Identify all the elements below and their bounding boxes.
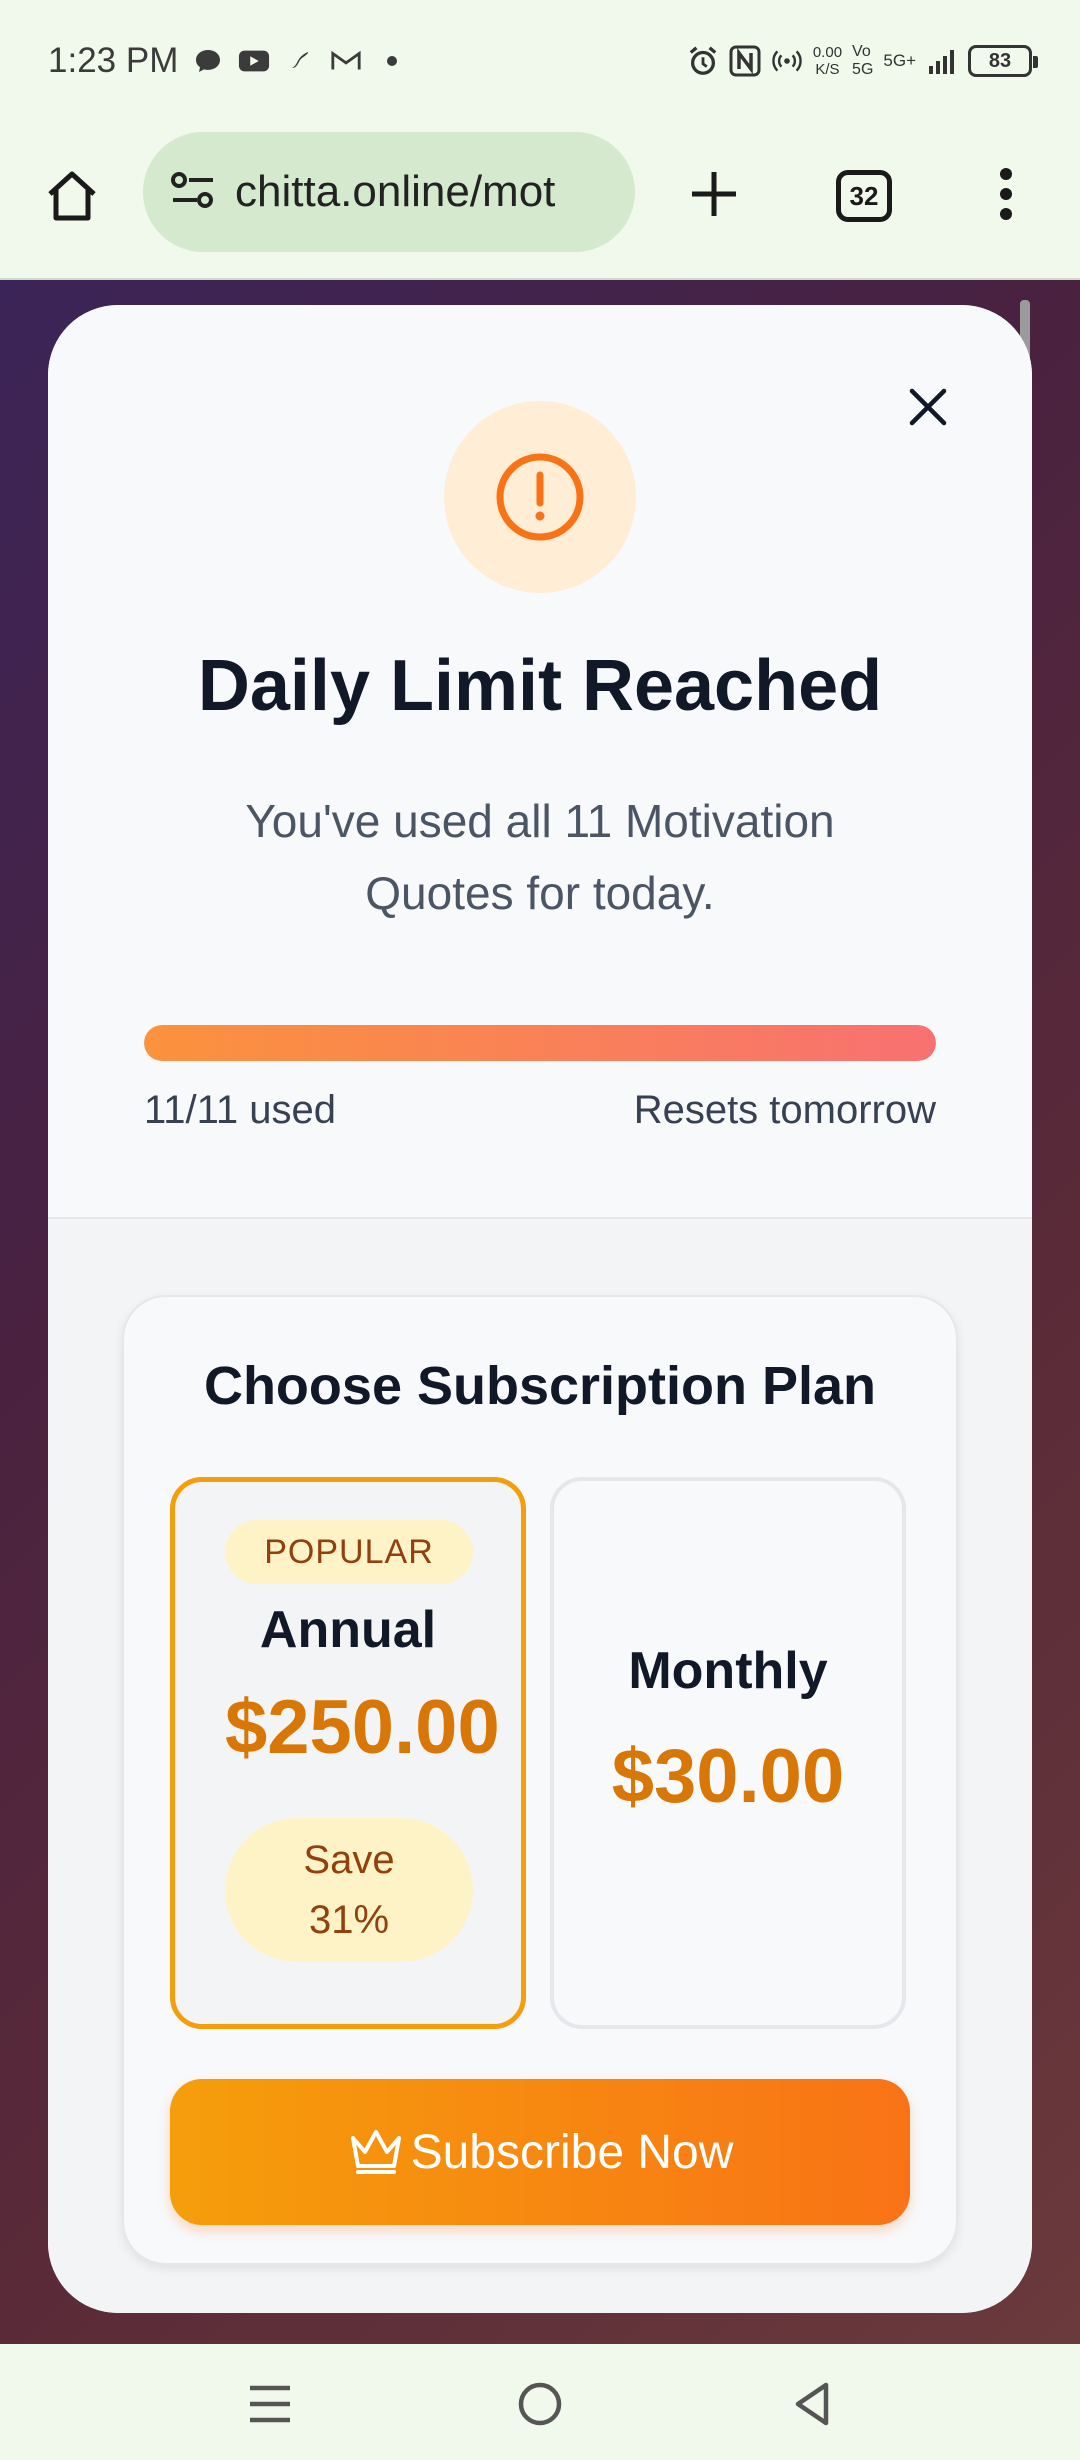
subscribe-button[interactable]: Subscribe Now (170, 2079, 910, 2225)
net-speed-value: 0.00 (812, 44, 843, 61)
url-text: chitta.online/mot (235, 167, 556, 216)
network-type-label: 5G+ (883, 51, 916, 70)
nfc-icon (729, 45, 761, 77)
crown-icon (350, 2130, 401, 2174)
home-icon (48, 171, 96, 221)
modal-title: Daily Limit Reached (197, 646, 883, 726)
modal-header-section: Daily Limit Reached You've used all 11 M… (48, 305, 1032, 1217)
usage-progress-fill (144, 1025, 936, 1061)
address-bar[interactable]: chitta.online/mot (143, 132, 635, 252)
plan-price-annual: $250.00 (225, 1685, 500, 1770)
battery-icon: 83 (968, 45, 1038, 77)
signal-icon (926, 45, 958, 77)
gmail-icon (330, 45, 362, 77)
status-right: 0.00 K/S Vo 5G 5G+ 83 (687, 43, 1038, 79)
tinder-icon (284, 45, 316, 77)
hotspot-icon (771, 45, 803, 77)
home-circle-icon (518, 2382, 562, 2426)
tab-count: 32 (849, 180, 879, 211)
home-button[interactable] (40, 164, 104, 228)
alert-badge (444, 401, 636, 593)
save-badge: Save 31% (225, 1818, 473, 1962)
status-left: 1:23 PM (48, 41, 408, 81)
usage-progress-bar (144, 1025, 936, 1061)
plan-option-annual[interactable]: POPULAR Annual $250.00 Save 31% (170, 1477, 526, 2029)
status-time: 1:23 PM (48, 41, 179, 80)
close-icon (909, 388, 947, 426)
recents-icon (250, 2385, 290, 2423)
youtube-icon (238, 45, 270, 77)
plan-name-monthly: Monthly (628, 1642, 828, 1700)
chat-icon (192, 45, 224, 77)
close-button[interactable] (898, 377, 958, 437)
limit-modal: Daily Limit Reached You've used all 11 M… (48, 305, 1032, 2313)
recents-button[interactable] (244, 2378, 296, 2430)
volte-label: Vo 5G (852, 43, 874, 78)
back-button[interactable] (786, 2378, 838, 2430)
alarm-icon (687, 45, 719, 77)
plan-name-annual: Annual (259, 1601, 437, 1659)
net-speed-unit: K/S (815, 61, 840, 78)
browser-toolbar: chitta.online/mot 32 (0, 122, 1080, 278)
net-speed: 0.00 K/S (813, 44, 842, 78)
back-icon (795, 2382, 829, 2426)
tab-switcher-button[interactable]: 32 (836, 170, 892, 222)
status-bar: 1:23 PM 0.00 K/S Vo 5G 5G+ 83 (0, 0, 1080, 122)
subscription-card: Choose Subscription Plan POPULAR Annual … (122, 1295, 958, 2265)
plus-icon (692, 172, 736, 216)
save-label: Save 31% (303, 1838, 395, 1942)
modal-subtitle: You've used all 11 Motivation Quotes for… (245, 795, 835, 919)
usage-count-label: 11/11 used (144, 1088, 337, 1132)
plan-option-monthly[interactable]: Monthly $30.00 (550, 1477, 906, 2029)
reset-label: Resets tomorrow (633, 1088, 936, 1132)
popular-badge: POPULAR (225, 1520, 473, 1584)
home-nav-button[interactable] (514, 2378, 566, 2430)
more-vert-icon (1000, 168, 1012, 220)
alert-icon (496, 453, 584, 541)
dot-icon (376, 45, 408, 77)
battery-level: 83 (988, 49, 1012, 72)
browser-menu-button[interactable] (986, 162, 1026, 226)
plans-title: Choose Subscription Plan (203, 1356, 877, 1416)
new-tab-button[interactable] (682, 162, 746, 226)
site-settings-icon[interactable] (169, 170, 217, 215)
system-nav-bar (0, 2344, 1080, 2460)
plan-price-monthly: $30.00 (611, 1734, 845, 1819)
subscribe-label: Subscribe Now (410, 2125, 734, 2179)
